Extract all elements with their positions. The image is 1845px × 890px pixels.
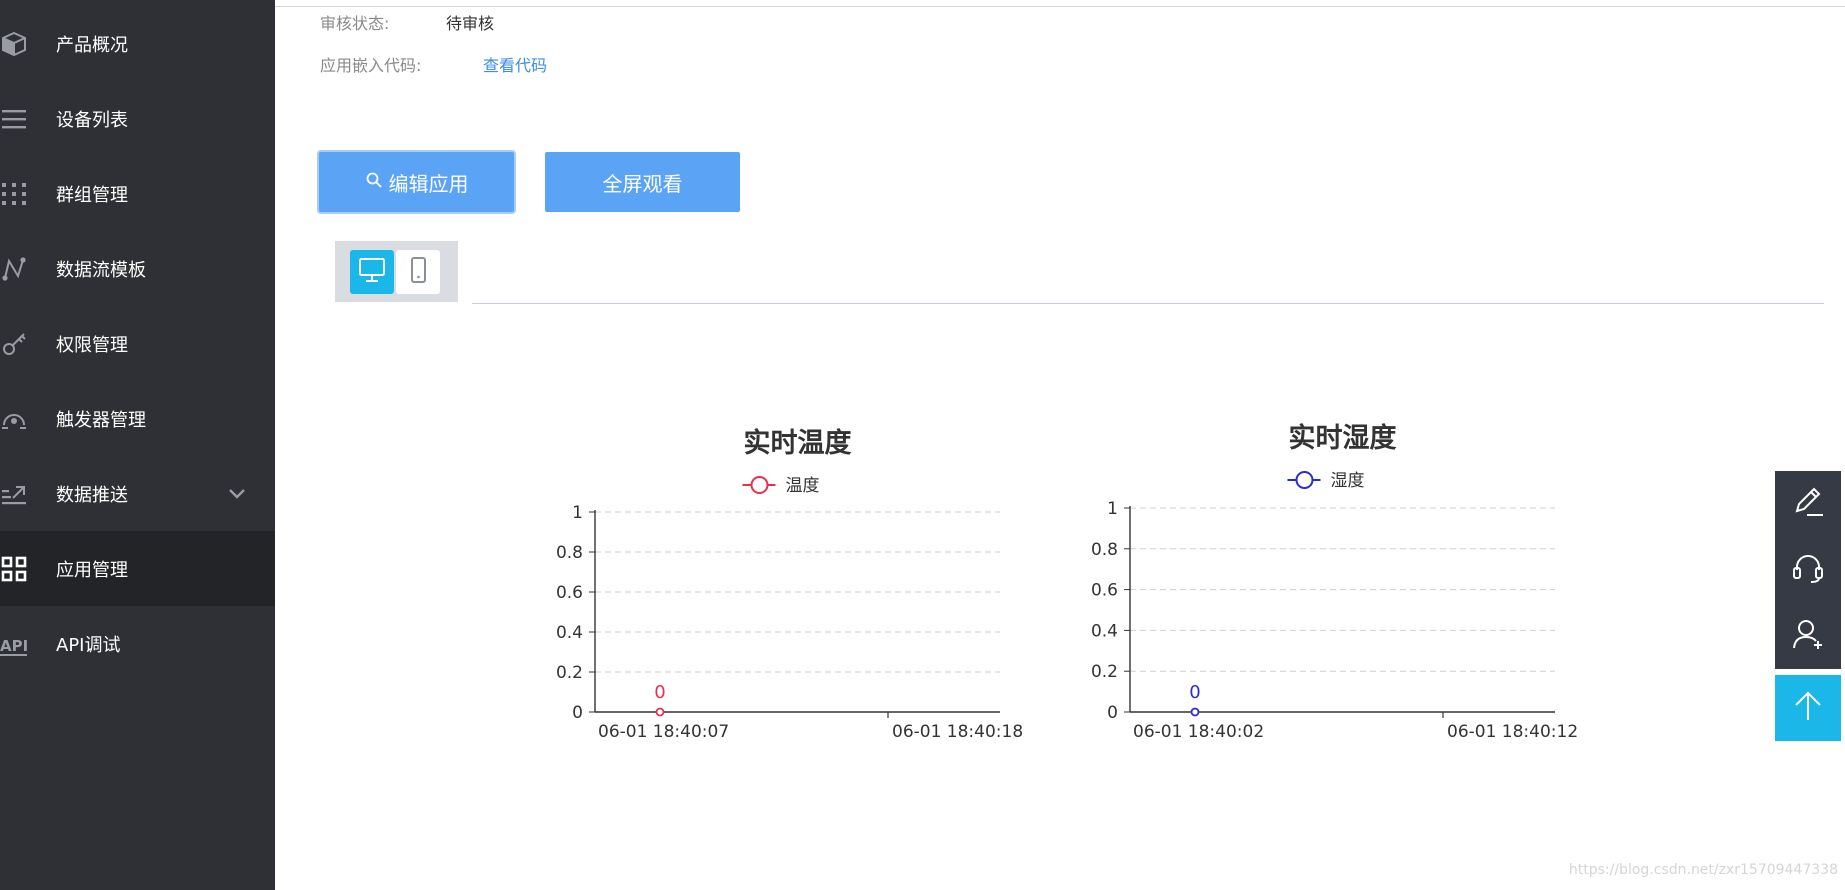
review-status-label: 审核状态: <box>320 14 390 33</box>
grid-dots-icon <box>0 180 28 208</box>
sidebar-item-label: 触发器管理 <box>56 409 146 431</box>
y-tick-label: 0.8 <box>556 543 583 563</box>
x-tick-label: 06-01 18:40:18 <box>892 722 1023 742</box>
sidebar-item-label: API调试 <box>56 634 121 656</box>
sidebar-item-label: 数据推送 <box>56 484 128 506</box>
data-label: 0 <box>654 682 665 703</box>
preview-divider <box>472 303 1824 304</box>
top-divider <box>275 6 1845 7</box>
add-user-icon <box>1791 617 1825 655</box>
sidebar-item-label: 权限管理 <box>56 334 128 356</box>
y-tick-label: 0.2 <box>556 663 583 683</box>
sidebar-item-device-list[interactable]: 设备列表 <box>0 81 275 156</box>
apps-icon <box>0 555 28 583</box>
legend-label: 温度 <box>786 476 820 496</box>
legend-label: 湿度 <box>1331 471 1365 491</box>
data-label: 0 <box>1189 682 1200 703</box>
edit-app-button[interactable]: 编辑应用 <box>319 152 514 212</box>
search-icon <box>365 170 383 194</box>
y-tick-label: 0.8 <box>1091 540 1118 560</box>
svg-text:API: API <box>0 637 28 655</box>
cube-icon <box>0 30 28 58</box>
legend-marker <box>1295 471 1314 489</box>
api-icon: API <box>0 630 28 658</box>
data-point <box>1190 707 1200 717</box>
y-tick-label: 0.6 <box>556 583 583 603</box>
sidebar-item-label: 应用管理 <box>56 559 128 581</box>
chevron-down-icon[interactable] <box>226 483 248 505</box>
fullscreen-button[interactable]: 全屏观看 <box>545 152 740 212</box>
y-tick-label: 0.6 <box>1091 581 1118 601</box>
review-status-value: 待审核 <box>446 14 495 33</box>
x-tick-label: 06-01 18:40:12 <box>1447 722 1578 742</box>
support-button[interactable] <box>1775 537 1841 603</box>
chart-title: 实时温度 <box>744 427 852 459</box>
embed-code-label: 应用嵌入代码: <box>320 56 422 75</box>
add-user-button[interactable] <box>1775 603 1841 669</box>
legend-marker <box>750 476 769 494</box>
floating-toolbar <box>1775 471 1841 669</box>
list-icon <box>0 105 28 133</box>
arrow-up-icon <box>1791 689 1825 727</box>
sidebar-item-label: 产品概况 <box>56 34 128 56</box>
watermark: https://blog.csdn.net/zxr15709447338 <box>1568 862 1838 878</box>
dataflow-icon <box>0 255 28 283</box>
view-code-link[interactable]: 查看代码 <box>483 52 547 76</box>
key-icon <box>0 330 28 358</box>
trigger-icon <box>0 405 28 433</box>
sidebar-item-dataflow-template[interactable]: 数据流模板 <box>0 231 275 306</box>
desktop-view-toggle[interactable] <box>350 250 394 294</box>
edit-app-label: 编辑应用 <box>388 171 469 196</box>
back-to-top-button[interactable] <box>1775 675 1841 741</box>
y-tick-label: 0.4 <box>1091 621 1118 641</box>
chart-title: 实时湿度 <box>1289 422 1397 454</box>
mobile-icon <box>403 255 433 289</box>
sidebar-item-permission-management[interactable]: 权限管理 <box>0 306 275 381</box>
sidebar-item-product-overview[interactable]: 产品概况 <box>0 6 275 81</box>
humidity-chart: 实时湿度湿度 0 0.2 0.4 0.6 0.8 1 06-01 18:40:02 06-01 … <box>1091 422 1578 742</box>
data-point <box>655 707 665 717</box>
sidebar-item-app-management[interactable]: 应用管理 <box>0 531 275 606</box>
sidebar-item-data-push[interactable]: 数据推送 <box>0 456 275 531</box>
y-tick-label: 0 <box>572 703 583 723</box>
fullscreen-label: 全屏观看 <box>602 171 683 196</box>
desktop-icon <box>357 255 387 289</box>
sidebar-item-label: 设备列表 <box>56 109 128 131</box>
sidebar-item-label: 数据流模板 <box>56 259 146 281</box>
x-tick-label: 06-01 18:40:07 <box>598 722 729 742</box>
view-toggle <box>335 241 458 302</box>
sidebar: 产品概况 设备列表 群组管理 数据流模板 权限管理 触发器管理 数据推送 应用管… <box>0 0 275 890</box>
push-icon <box>0 480 28 508</box>
feedback-button[interactable] <box>1775 471 1841 537</box>
sidebar-item-api-debug[interactable]: API API调试 <box>0 606 275 681</box>
edit-icon <box>1791 485 1825 523</box>
sidebar-item-label: 群组管理 <box>56 184 128 206</box>
y-tick-label: 1 <box>1107 499 1118 519</box>
x-tick-label: 06-01 18:40:02 <box>1133 722 1264 742</box>
y-tick-label: 0 <box>1107 703 1118 723</box>
sidebar-item-trigger-management[interactable]: 触发器管理 <box>0 381 275 456</box>
y-tick-label: 0.4 <box>556 623 583 643</box>
mobile-view-toggle[interactable] <box>396 250 440 294</box>
headset-icon <box>1791 551 1825 589</box>
temperature-chart: 实时温度温度 0 0.2 0.4 0.6 0.8 1 06-01 18:40:07 06-01 … <box>556 427 1023 742</box>
y-tick-label: 1 <box>572 503 583 523</box>
sidebar-item-group-management[interactable]: 群组管理 <box>0 156 275 231</box>
y-tick-label: 0.2 <box>1091 662 1118 682</box>
